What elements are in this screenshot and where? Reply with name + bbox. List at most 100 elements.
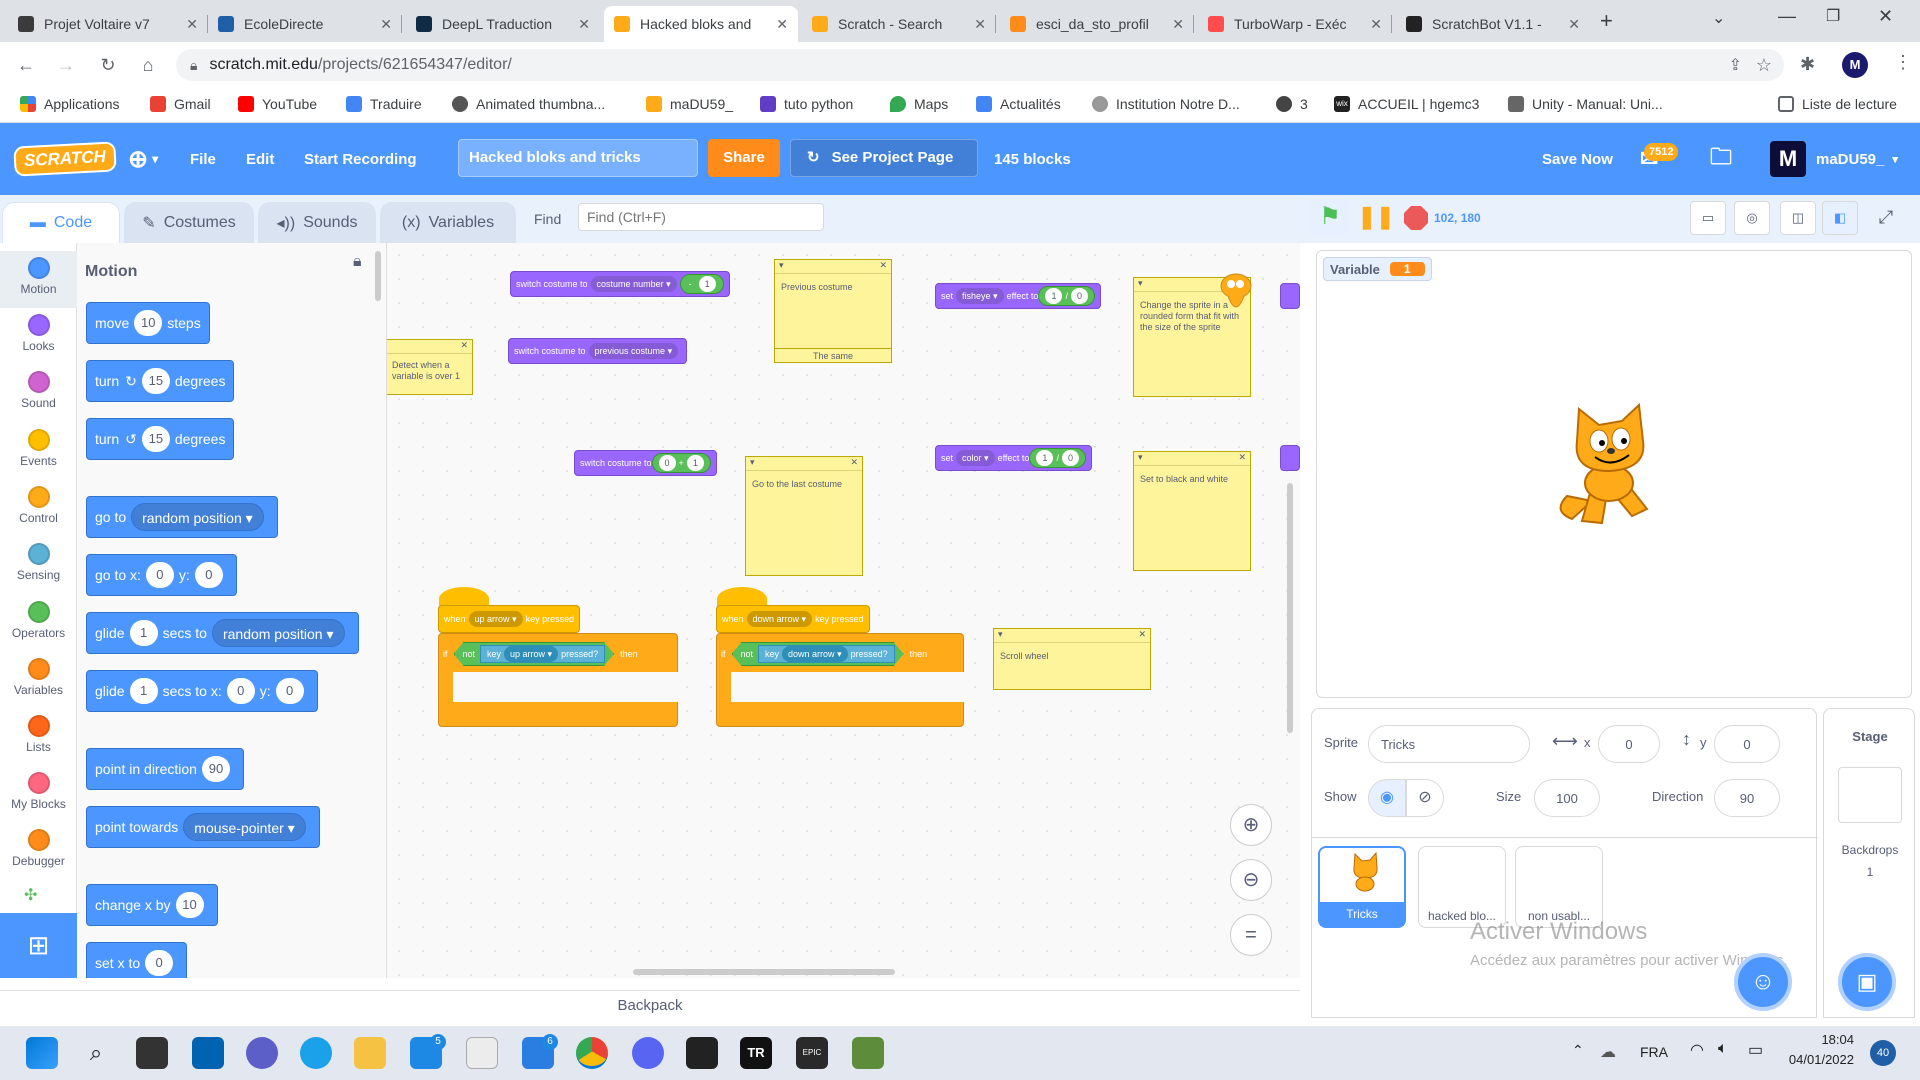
close-tab-icon[interactable]: ✕ bbox=[974, 16, 986, 33]
profile-avatar[interactable]: M bbox=[1842, 52, 1868, 78]
tab-variables[interactable]: (x) Variables bbox=[380, 202, 516, 243]
bookmark-hgemc3[interactable]: wix ACCUEIL | hgemc3 bbox=[1334, 96, 1479, 112]
folder-icon[interactable]: 🗀︎ bbox=[1710, 123, 1732, 195]
hide-eye-icon[interactable]: ⊘ bbox=[1406, 779, 1444, 817]
sprite-thumb-non-usable[interactable]: non usabl... bbox=[1515, 846, 1603, 928]
close-tab-icon[interactable]: ✕ bbox=[1568, 16, 1580, 33]
lock-icon[interactable]: 🔒︎ bbox=[353, 253, 362, 271]
close-tab-icon[interactable]: ✕ bbox=[1172, 16, 1184, 33]
backpack-bar[interactable]: Backpack bbox=[0, 990, 1300, 1020]
close-tab-icon[interactable]: ✕ bbox=[1370, 16, 1382, 33]
turbowarp-icon[interactable]: TR bbox=[740, 1037, 772, 1069]
large-stage-icon[interactable]: ◧ bbox=[1822, 201, 1858, 235]
close-tab-icon[interactable]: ✕ bbox=[776, 16, 788, 33]
category-debugger[interactable]: Debugger bbox=[0, 823, 77, 880]
block-if-not-down[interactable]: if not key down arrow ▾ pressed? then bbox=[716, 633, 965, 727]
bookmark-star-icon[interactable]: ☆ bbox=[1756, 55, 1772, 76]
comment-scroll-wheel[interactable]: ▾ ✕ Scroll wheel bbox=[993, 628, 1151, 690]
choose-backdrop-button[interactable]: ▣ bbox=[1838, 953, 1896, 1011]
browser-tab[interactable]: ScratchBot V1.1 - ✕ bbox=[1396, 6, 1590, 42]
file-explorer-icon[interactable] bbox=[354, 1037, 386, 1069]
category-looks[interactable]: Looks bbox=[0, 308, 77, 365]
bookmark-traduire[interactable]: Traduire bbox=[346, 96, 422, 112]
add-extension-button[interactable]: ⊞ bbox=[0, 913, 77, 978]
browser-tab[interactable]: esci_da_sto_profil ✕ bbox=[1000, 6, 1194, 42]
reading-list[interactable]: Liste de lecture bbox=[1778, 96, 1897, 112]
wifi-icon[interactable]: ◠ bbox=[1690, 1040, 1704, 1060]
onedrive-cloud-icon[interactable]: ☁ bbox=[1600, 1042, 1616, 1062]
green-flag-icon[interactable]: ⚑ bbox=[1310, 199, 1350, 235]
project-title-input[interactable]: Hacked bloks and tricks bbox=[458, 139, 698, 177]
clock-date[interactable]: 04/01/2022 bbox=[1784, 1052, 1854, 1067]
small-stage-icon[interactable]: ◫ bbox=[1780, 201, 1816, 235]
script-workspace[interactable]: switch costume to costume number ▾ -1 swit… bbox=[387, 243, 1300, 978]
fullscreen-icon[interactable]: ⤢ bbox=[1868, 201, 1904, 235]
tab-costumes[interactable]: ✎ Costumes bbox=[124, 202, 254, 243]
search-icon[interactable]: ⌕ bbox=[80, 1037, 112, 1069]
tray-chevron-icon[interactable]: ⌃ bbox=[1572, 1042, 1584, 1059]
collapse-icon[interactable]: ▾ bbox=[998, 629, 1003, 640]
home-icon[interactable]: ⌂ bbox=[134, 51, 162, 79]
save-now-button[interactable]: Save Now bbox=[1542, 123, 1613, 195]
block-point-towards[interactable]: point towards mouse-pointer ▾ bbox=[86, 806, 320, 848]
close-comment-icon[interactable]: ✕ bbox=[460, 340, 468, 351]
browser-tab[interactable]: DeepL Traduction ✕ bbox=[406, 6, 600, 42]
tab-code[interactable]: ▬ Code bbox=[2, 202, 120, 243]
block-glide-to-xy[interactable]: glide 1 secs to x: 0 y: 0 bbox=[86, 670, 318, 712]
block-turn-left[interactable]: turn ↺ 15 degrees bbox=[86, 418, 235, 460]
clock-time[interactable]: 18:04 bbox=[1784, 1032, 1854, 1047]
block-switch-costume-minus[interactable]: switch costume to costume number ▾ -1 bbox=[510, 271, 730, 297]
collapse-icon[interactable]: ▾ bbox=[779, 260, 784, 271]
scratch-cat-sprite[interactable] bbox=[1547, 401, 1667, 534]
close-comment-icon[interactable]: ✕ bbox=[850, 457, 858, 468]
see-project-page-button[interactable]: ↻ See Project Page bbox=[790, 139, 978, 177]
teams-chat-icon[interactable] bbox=[246, 1037, 278, 1069]
discord-icon[interactable] bbox=[632, 1037, 664, 1069]
category-operators[interactable]: Operators bbox=[0, 595, 77, 652]
chrome-icon[interactable] bbox=[576, 1037, 608, 1069]
bookmark-actualites[interactable]: Actualités bbox=[976, 96, 1061, 112]
block-change-x[interactable]: change x by 10 bbox=[86, 884, 218, 926]
browser-tab[interactable]: Projet Voltaire v7 ✕ bbox=[8, 6, 208, 42]
back-icon[interactable]: ← bbox=[12, 51, 40, 79]
close-tab-icon[interactable]: ✕ bbox=[186, 16, 198, 33]
bookmark-institution[interactable]: Institution Notre D... bbox=[1092, 96, 1240, 112]
edit-menu[interactable]: Edit bbox=[246, 123, 274, 195]
collapse-icon[interactable]: ▾ bbox=[750, 457, 755, 468]
close-tab-icon[interactable]: ✕ bbox=[578, 16, 590, 33]
comment-detect-variable[interactable]: ✕ Detect when a variable is over 1 bbox=[387, 339, 473, 395]
workspace-v-scrollbar[interactable] bbox=[1287, 483, 1293, 733]
maximize-icon[interactable]: ❐ bbox=[1826, 6, 1840, 26]
epic-games-icon[interactable]: EPIC bbox=[796, 1037, 828, 1069]
close-tab-icon[interactable]: ✕ bbox=[380, 16, 392, 33]
windows-start-icon[interactable] bbox=[26, 1037, 58, 1069]
browser-tab-active[interactable]: Hacked bloks and ✕ bbox=[604, 6, 798, 42]
bookmark-madu59[interactable]: maDU59_ bbox=[646, 96, 733, 112]
block-set-color-effect[interactable]: set color ▾ effect to 1/0 bbox=[935, 445, 1092, 471]
battery-icon[interactable]: ▭ bbox=[1748, 1040, 1763, 1060]
stage-thumbnail[interactable] bbox=[1838, 767, 1902, 823]
bookmark-unity[interactable]: Unity - Manual: Uni... bbox=[1508, 96, 1663, 112]
scratch-logo[interactable]: SCRATCH bbox=[13, 123, 117, 195]
close-window-icon[interactable]: ✕ bbox=[1878, 6, 1893, 27]
widgets-icon[interactable] bbox=[192, 1037, 224, 1069]
comment-black-white[interactable]: ▾ ✕ Set to black and white bbox=[1133, 451, 1251, 571]
category-sensing[interactable]: Sensing bbox=[0, 537, 77, 594]
category-lists[interactable]: Lists bbox=[0, 709, 77, 766]
volume-icon[interactable]: 🔈︎ bbox=[1718, 1040, 1728, 1058]
close-comment-icon[interactable]: ✕ bbox=[1238, 452, 1246, 463]
console-icon[interactable]: ▭ bbox=[1690, 201, 1726, 235]
comment-collapsed-bar[interactable]: The same bbox=[775, 348, 891, 362]
bookmark-animated[interactable]: Animated thumbna... bbox=[452, 96, 605, 112]
variable-monitor[interactable]: Variable 1 bbox=[1323, 257, 1432, 281]
bookmark-apps[interactable]: Applications bbox=[20, 96, 120, 112]
block-when-down-arrow[interactable]: when down arrow ▾ key pressed bbox=[716, 605, 870, 633]
block-switch-costume-previous[interactable]: switch costume to previous costume ▾ bbox=[508, 338, 688, 364]
bookmark-3[interactable]: 3 bbox=[1276, 96, 1308, 112]
store-icon[interactable] bbox=[466, 1037, 498, 1069]
close-comment-icon[interactable]: ✕ bbox=[1138, 629, 1146, 640]
sprite-thumb-tricks[interactable]: Tricks bbox=[1318, 846, 1406, 928]
new-tab-icon[interactable]: + bbox=[1600, 8, 1613, 34]
block-move-steps[interactable]: move 10 steps bbox=[86, 302, 210, 344]
minimize-icon[interactable]: — bbox=[1778, 6, 1796, 27]
